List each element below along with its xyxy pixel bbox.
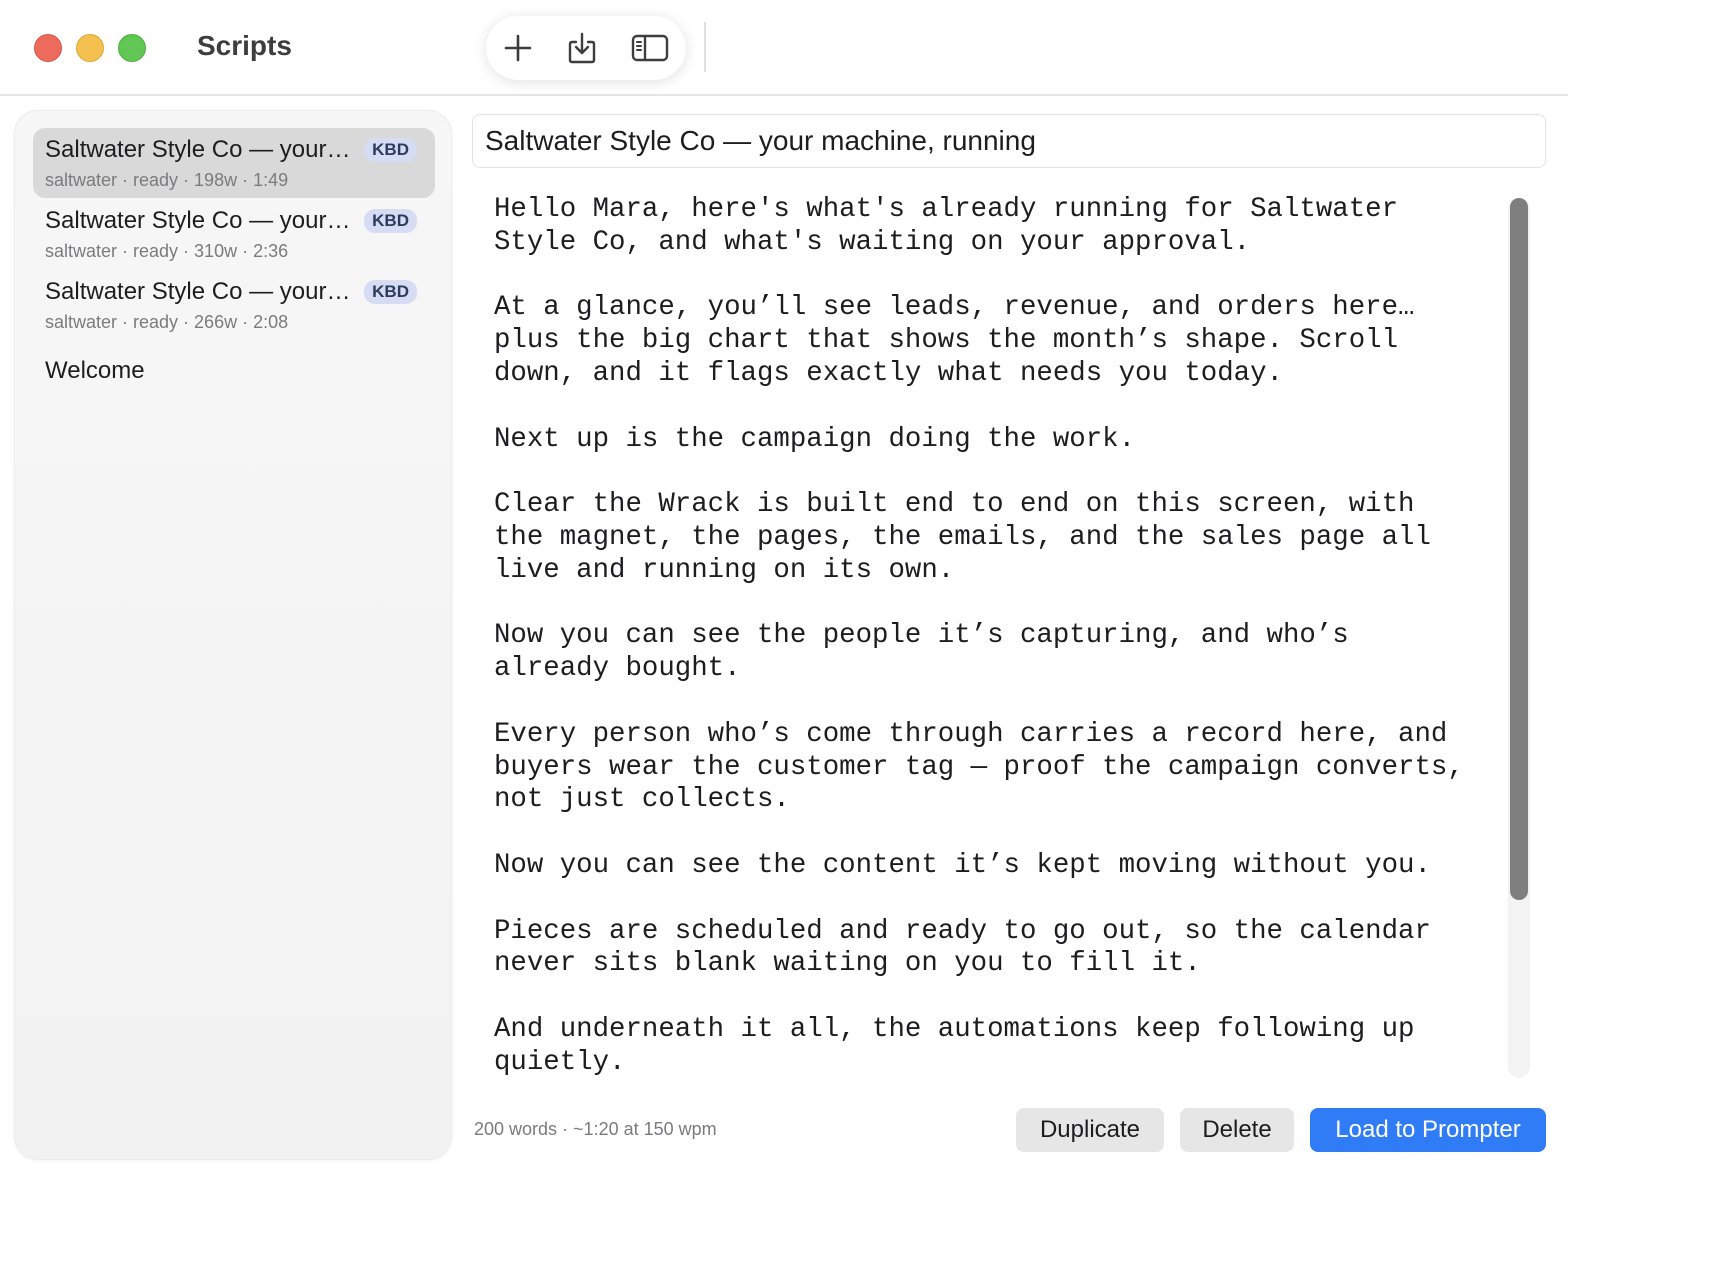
toolbar-divider	[704, 22, 706, 72]
script-meta: saltwater · ready · 266w · 2:08	[45, 312, 289, 332]
script-list-item-2[interactable]: Saltwater Style Co — your… KBD saltwater…	[33, 199, 435, 269]
zoom-window-button[interactable]	[118, 34, 146, 62]
load-to-prompter-button[interactable]: Load to Prompter	[1310, 1108, 1546, 1152]
script-paragraph: Next up is the campaign doing the work.	[494, 423, 1136, 455]
script-paragraph: At a glance, you’ll see leads, revenue, …	[494, 292, 1415, 389]
script-list-item-1[interactable]: Saltwater Style Co — your… KBD saltwater…	[33, 128, 435, 198]
script-meta: saltwater · ready · 310w · 2:36	[45, 241, 289, 261]
close-window-button[interactable]	[34, 34, 62, 62]
kbd-badge: KBD	[364, 209, 417, 233]
script-title-field[interactable]	[472, 114, 1546, 168]
script-title: Saltwater Style Co — your…	[45, 136, 351, 163]
title-bar: Scripts	[0, 0, 1568, 96]
kbd-badge: KBD	[364, 280, 417, 304]
script-paragraph: And underneath it all, the automations k…	[494, 1013, 1415, 1078]
script-paragraph: Hello Mara, here's what's already runnin…	[494, 194, 1399, 258]
kbd-badge: KBD	[364, 138, 417, 162]
script-paragraph: Pieces are scheduled and ready to go out…	[494, 915, 1431, 980]
toolbar-group	[486, 16, 686, 80]
minimize-window-button[interactable]	[76, 34, 104, 62]
script-body-editor[interactable]: Hello Mara, here's what's already runnin…	[494, 194, 1498, 1084]
word-count-status: 200 words · ~1:20 at 150 wpm	[474, 1119, 717, 1139]
script-paragraph: Now you can see the content it’s kept mo…	[494, 849, 1431, 881]
script-title: Saltwater Style Co — your…	[45, 207, 351, 234]
script-list-item-3[interactable]: Saltwater Style Co — your… KBD saltwater…	[33, 270, 435, 340]
script-list-sidebar: Saltwater Style Co — your… KBD saltwater…	[14, 110, 452, 1160]
editor-scrollbar-thumb[interactable]	[1510, 198, 1528, 900]
welcome-item[interactable]: Welcome	[45, 357, 145, 385]
script-paragraph: Clear the Wrack is built end to end on t…	[494, 489, 1431, 586]
script-paragraph: Every person who’s come through carries …	[494, 718, 1464, 816]
new-script-button[interactable]	[494, 28, 542, 68]
script-title: Saltwater Style Co — your…	[45, 278, 351, 305]
window-title: Scripts	[197, 30, 292, 61]
duplicate-button[interactable]: Duplicate	[1016, 1108, 1164, 1152]
delete-button[interactable]: Delete	[1180, 1108, 1294, 1152]
plus-icon	[504, 34, 532, 62]
import-icon	[568, 32, 596, 64]
script-paragraph: Now you can see the people it’s capturin…	[494, 620, 1349, 685]
toggle-sidebar-button[interactable]	[626, 28, 674, 68]
script-meta: saltwater · ready · 198w · 1:49	[45, 170, 289, 190]
sidebar-toggle-icon	[631, 34, 669, 62]
import-button[interactable]	[558, 28, 606, 68]
